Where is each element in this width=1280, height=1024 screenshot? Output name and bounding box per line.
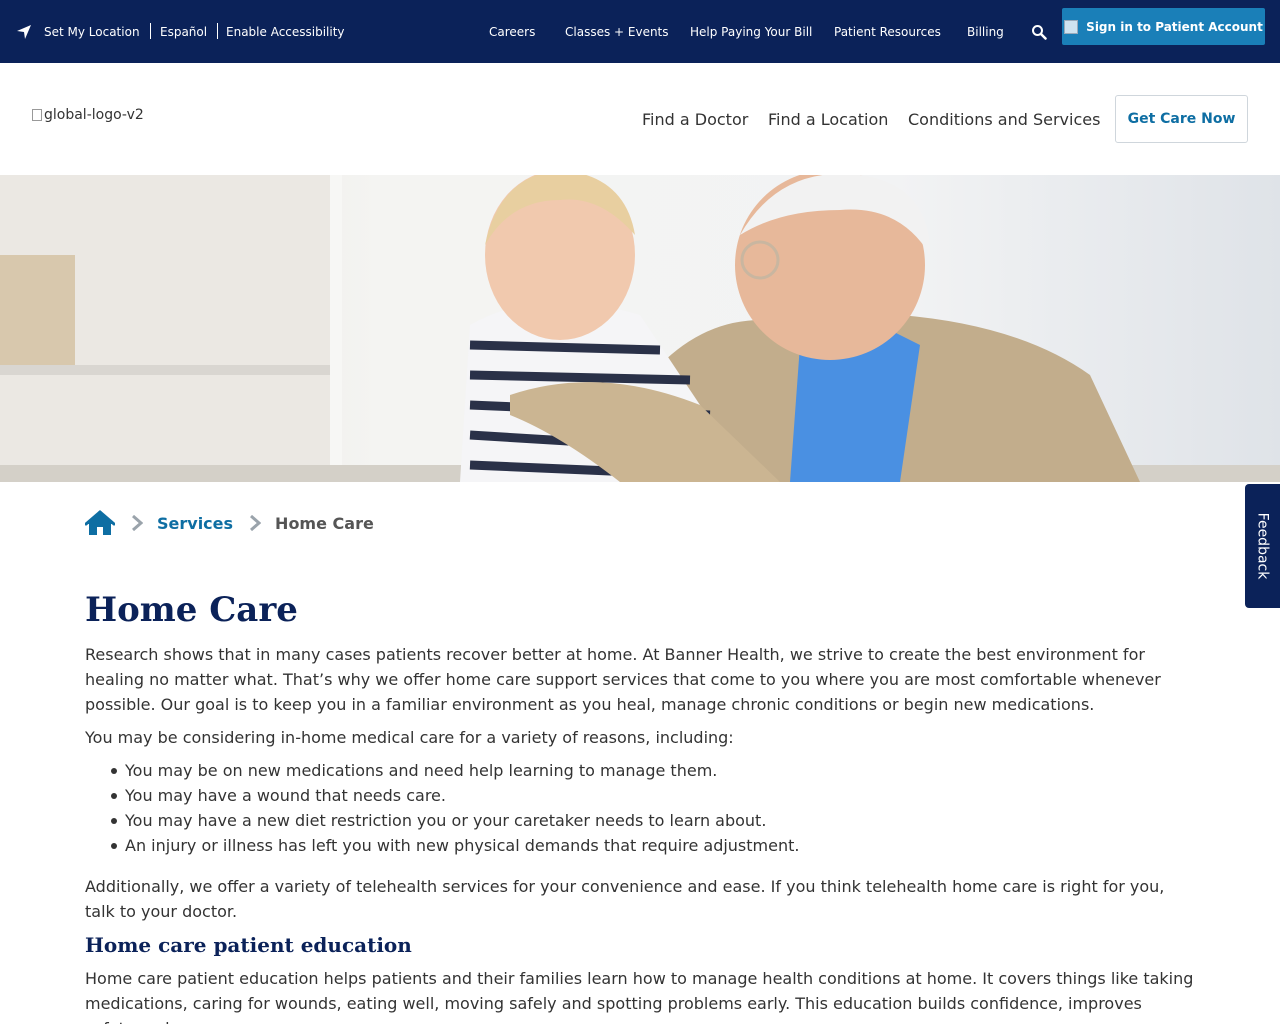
patient-portal-icon <box>1064 19 1079 34</box>
reasons-list: You may be on new medications and need h… <box>109 758 1195 858</box>
telehealth-paragraph: Additionally, we offer a variety of tele… <box>85 877 1165 921</box>
get-care-now-button[interactable]: Get Care Now <box>1115 95 1248 143</box>
sign-in-label: Sign in to Patient Account <box>1086 19 1263 34</box>
logo-alt-text: global-logo-v2 <box>44 107 144 123</box>
main-header: global-logo-v2 Find a Doctor Find a Loca… <box>0 63 1280 175</box>
main-content: Home Care Research shows that in many ca… <box>85 588 1195 1024</box>
nav-find-location[interactable]: Find a Location <box>768 63 888 175</box>
location-arrow-icon <box>17 24 31 39</box>
enable-accessibility-link[interactable]: Enable Accessibility <box>226 0 345 63</box>
education-paragraph: Home care patient education helps patien… <box>85 969 1194 1024</box>
utility-bar: Set My Location Español Enable Accessibi… <box>0 0 1280 63</box>
feedback-label: Feedback <box>1254 512 1271 580</box>
divider <box>217 23 218 39</box>
feedback-tab[interactable]: Feedback <box>1245 484 1280 608</box>
breadcrumb-current: Home Care <box>275 513 374 533</box>
help-paying-bill-link[interactable]: Help Paying Your Bill <box>690 0 812 63</box>
hero-image <box>0 175 1280 482</box>
site-logo[interactable]: global-logo-v2 <box>32 107 144 123</box>
section-heading-education: Home care patient education <box>85 933 412 957</box>
set-location-label: Set My Location <box>44 24 140 39</box>
list-item: You may have a new diet restriction you … <box>109 808 1195 833</box>
classes-events-link[interactable]: Classes + Events <box>565 0 669 63</box>
sign-in-patient-account-button[interactable]: Sign in to Patient Account <box>1062 8 1265 45</box>
chevron-right-icon <box>132 515 143 531</box>
billing-link[interactable]: Billing <box>967 0 1004 63</box>
divider <box>150 23 151 39</box>
broken-image-icon <box>32 109 42 121</box>
breadcrumb-services-link[interactable]: Services <box>157 514 233 533</box>
intro-paragraph: Research shows that in many cases patien… <box>85 645 1161 714</box>
list-item: You may have a wound that needs care. <box>109 783 1195 808</box>
list-item: You may be on new medications and need h… <box>109 758 1195 783</box>
chevron-right-icon <box>250 515 262 531</box>
home-icon[interactable] <box>85 510 115 536</box>
patient-resources-link[interactable]: Patient Resources <box>834 0 941 63</box>
search-icon[interactable] <box>1031 24 1047 40</box>
nav-conditions-services[interactable]: Conditions and Services <box>908 63 1100 175</box>
reasons-lead: You may be considering in-home medical c… <box>85 728 734 747</box>
careers-link[interactable]: Careers <box>489 0 535 63</box>
page-title: Home Care <box>85 590 298 630</box>
set-location-link[interactable]: Set My Location <box>16 0 140 63</box>
espanol-link[interactable]: Español <box>160 0 207 63</box>
list-item: An injury or illness has left you with n… <box>109 833 1195 858</box>
breadcrumb: Services Home Care <box>85 507 374 539</box>
hero-photo <box>0 175 1280 482</box>
nav-find-doctor[interactable]: Find a Doctor <box>642 63 748 175</box>
